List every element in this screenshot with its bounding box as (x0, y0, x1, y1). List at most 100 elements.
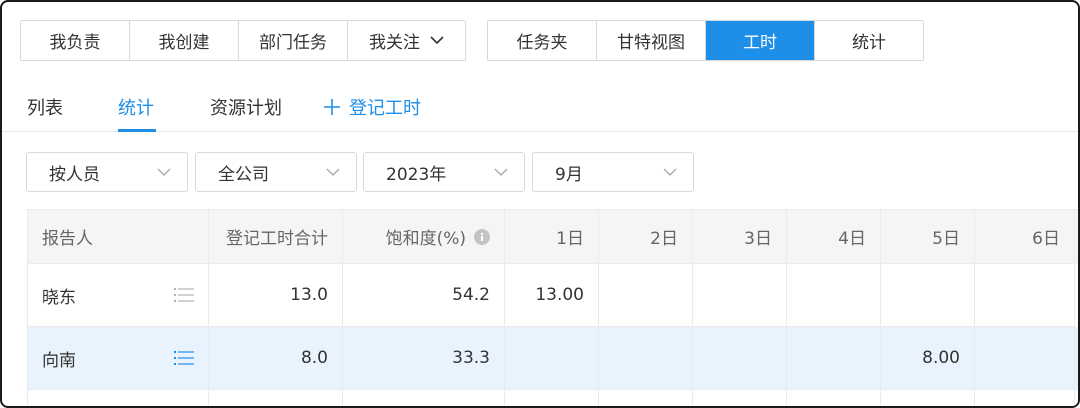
header-day-1: 1日 (505, 210, 599, 264)
chevron-down-icon (157, 168, 171, 176)
my-created-button[interactable]: 我创建 (130, 21, 239, 60)
header-day-4-label: 4日 (838, 229, 866, 249)
month-select[interactable]: 9月 (532, 152, 694, 192)
day-cell[interactable] (693, 327, 787, 390)
gantt-view-label: 甘特视图 (617, 33, 685, 53)
year-select[interactable]: 2023年 (363, 152, 525, 192)
empty-cell (599, 390, 693, 406)
day-cell[interactable] (787, 327, 881, 390)
statistics-button[interactable]: 统计 (815, 21, 923, 60)
total-value: 8.0 (300, 348, 328, 368)
month-value: 9月 (555, 164, 583, 185)
my-created-label: 我创建 (158, 33, 210, 53)
statistics-label: 统计 (852, 33, 886, 53)
total-value: 13.0 (290, 285, 328, 305)
day-cell[interactable]: 13.00 (505, 264, 599, 327)
scope-select[interactable]: 全公司 (195, 152, 357, 192)
header-reporter-label: 报告人 (42, 229, 93, 249)
register-worktime-label: 登记工时 (349, 98, 421, 119)
reporter-cell: 晓东 (28, 264, 209, 327)
department-tasks-button[interactable]: 部门任务 (239, 21, 348, 60)
tab-statistics[interactable]: 统计 (118, 94, 154, 120)
view-mode-group: 任务夹 甘特视图 工时 统计 (487, 20, 924, 61)
reporter-name: 向南 (42, 350, 76, 371)
worktime-label: 工时 (743, 33, 777, 53)
tab-resource-plan[interactable]: 资源计划 (210, 94, 282, 120)
header-saturation-label: 饱和度(%) (385, 229, 466, 249)
header-day-1-label: 1日 (556, 229, 584, 249)
chevron-down-icon (326, 168, 340, 176)
saturation-value: 54.2 (452, 285, 490, 305)
header-reporter: 报告人 (28, 210, 209, 264)
my-responsible-label: 我负责 (49, 33, 101, 53)
my-following-button[interactable]: 我关注 (348, 21, 465, 60)
plus-icon (324, 99, 340, 115)
empty-cell (28, 390, 209, 406)
my-responsible-button[interactable]: 我负责 (21, 21, 130, 60)
table-row[interactable]: 向南 8.0 33.3 8.00 (28, 327, 1078, 390)
empty-cell (975, 390, 1075, 406)
task-folder-button[interactable]: 任务夹 (488, 21, 597, 60)
header-day-3-label: 3日 (744, 229, 772, 249)
day-cell[interactable] (599, 264, 693, 327)
empty-cell (343, 390, 505, 406)
worktime-button[interactable]: 工时 (706, 21, 815, 60)
list-icon[interactable] (174, 287, 194, 303)
day-value: 8.00 (922, 348, 960, 368)
sub-tabs: 列表 统计 资源计划 登记工时 (2, 88, 1078, 132)
reporter-cell: 向南 (28, 327, 209, 390)
header-total: 登记工时合计 (209, 210, 343, 264)
saturation-cell: 33.3 (343, 327, 505, 390)
group-by-select[interactable]: 按人员 (26, 152, 188, 192)
header-day-6-label: 6日 (1032, 229, 1060, 249)
day-cell[interactable] (787, 264, 881, 327)
task-folder-label: 任务夹 (516, 33, 568, 53)
app-frame: 我负责 我创建 部门任务 我关注 任务夹 甘特视图 工时 统计 列表 统计 资源… (0, 0, 1080, 408)
view-filter-group: 我负责 我创建 部门任务 我关注 (20, 20, 466, 61)
total-cell: 8.0 (209, 327, 343, 390)
header-total-label: 登记工时合计 (226, 229, 328, 249)
my-following-label: 我关注 (369, 33, 420, 53)
day-cell[interactable] (975, 264, 1075, 327)
gantt-view-button[interactable]: 甘特视图 (597, 21, 706, 60)
day-cell[interactable] (693, 264, 787, 327)
table-header-row: 报告人 登记工时合计 饱和度(%) 1日 2日 3日 4日 5日 6日 (28, 210, 1078, 264)
header-day-2: 2日 (599, 210, 693, 264)
department-tasks-label: 部门任务 (259, 33, 327, 53)
day-cell[interactable]: 8.00 (881, 327, 975, 390)
header-day-6: 6日 (975, 210, 1075, 264)
chevron-down-icon (663, 168, 677, 176)
tab-list[interactable]: 列表 (27, 94, 63, 120)
worktime-table: 报告人 登记工时合计 饱和度(%) 1日 2日 3日 4日 5日 6日 晓东 1… (27, 209, 1078, 406)
active-tab-indicator (118, 129, 156, 132)
day-cell[interactable] (881, 264, 975, 327)
empty-cell (881, 390, 975, 406)
empty-cell (505, 390, 599, 406)
chevron-down-icon (430, 36, 444, 45)
list-icon[interactable] (174, 350, 194, 366)
table-row[interactable]: 晓东 13.0 54.2 13.00 (28, 264, 1078, 327)
saturation-cell: 54.2 (343, 264, 505, 327)
register-worktime-button[interactable]: 登记工时 (323, 94, 421, 120)
day-cell[interactable] (975, 327, 1075, 390)
empty-cell (209, 390, 343, 406)
header-day-5-label: 5日 (932, 229, 960, 249)
header-day-5: 5日 (881, 210, 975, 264)
scope-value: 全公司 (218, 164, 269, 185)
empty-cell (693, 390, 787, 406)
year-value: 2023年 (386, 164, 447, 185)
day-cell[interactable] (505, 327, 599, 390)
header-day-2-label: 2日 (650, 229, 678, 249)
info-icon[interactable] (474, 228, 490, 245)
chevron-down-icon (494, 168, 508, 176)
empty-cell (787, 390, 881, 406)
day-cell[interactable] (599, 327, 693, 390)
table-row-partial (28, 390, 1078, 406)
reporter-name: 晓东 (42, 287, 76, 308)
total-cell: 13.0 (209, 264, 343, 327)
header-day-4: 4日 (787, 210, 881, 264)
header-saturation: 饱和度(%) (343, 210, 505, 264)
day-value: 13.00 (535, 285, 584, 305)
header-day-3: 3日 (693, 210, 787, 264)
saturation-value: 33.3 (452, 348, 490, 368)
